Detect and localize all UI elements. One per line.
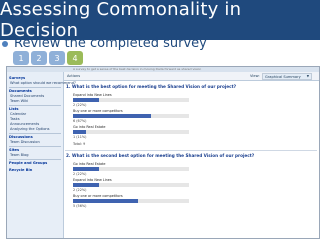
- nav-heading-lists[interactable]: Lists: [9, 107, 19, 111]
- q2-answer-1-label: Go into Real Estate: [73, 162, 106, 166]
- q1-total: Total: 9: [73, 142, 86, 146]
- nav-divider: [9, 159, 61, 160]
- question-2-title: 2. What is the second best option for me…: [66, 153, 255, 158]
- nav-item-calendar[interactable]: Calendar: [10, 112, 26, 116]
- q1-answer-2-label: Buy one or more competitors: [73, 109, 123, 113]
- step-indicator: 1 2 3 4: [13, 51, 83, 65]
- nav-divider: [9, 105, 61, 106]
- nav-item-tasks[interactable]: Tasks: [10, 117, 20, 121]
- slide-bullet: Review the completed survey: [2, 36, 207, 51]
- survey-toolbar: Actions View: Graphical Summary ▼: [64, 72, 319, 81]
- bullet-dot-icon: [2, 40, 8, 47]
- q2-answer-3-fill: [73, 199, 138, 203]
- step-3: 3: [49, 51, 65, 65]
- chevron-down-icon: ▼: [306, 74, 309, 78]
- nav-people-and-groups[interactable]: People and Groups: [9, 161, 47, 165]
- nav-recycle-bin[interactable]: Recycle Bin: [9, 168, 32, 172]
- question-divider: [65, 150, 317, 151]
- survey-screenshot: A survey to get a sense of the best deci…: [6, 66, 320, 239]
- nav-item-shared-documents[interactable]: Shared Documents: [10, 94, 44, 98]
- left-navigation: Surveys What option should we recommend?…: [7, 72, 76, 238]
- q2-answer-1-bar: [73, 167, 189, 171]
- q1-answer-2-bar: [73, 114, 189, 118]
- slide-title-text: Assessing Commonality in Decision: [0, 0, 242, 41]
- slide-bullet-text: Review the completed survey: [14, 36, 207, 51]
- q1-answer-2-fill: [73, 114, 151, 118]
- q1-answer-1-fill: [73, 98, 99, 102]
- survey-description: A survey to get a sense of the best deci…: [73, 67, 202, 71]
- nav-divider: [9, 87, 61, 88]
- q2-answer-2-count: 2 (22%): [73, 188, 87, 192]
- q2-answer-1-fill: [73, 167, 99, 171]
- q2-answer-2-fill: [73, 183, 99, 187]
- q1-answer-3-bar: [73, 130, 189, 134]
- q2-answer-2-label: Expand into New Lines: [73, 178, 112, 182]
- q1-answer-1-label: Expand into New Lines: [73, 93, 112, 97]
- nav-item-analyzing-options[interactable]: Analyzing the Options: [10, 127, 50, 131]
- q1-answer-1-count: 2 (22%): [73, 103, 87, 107]
- view-select[interactable]: Graphical Summary ▼: [262, 73, 312, 80]
- q1-answer-3-label: Go into Real Estate: [73, 125, 106, 129]
- q2-answer-3-label: Buy one or more competitors: [73, 194, 123, 198]
- slide-title: Assessing Commonality in Decision: [0, 0, 320, 41]
- nav-item-announcements[interactable]: Announcements: [10, 122, 39, 126]
- view-select-value: Graphical Summary: [265, 74, 301, 79]
- actions-menu[interactable]: Actions: [67, 73, 80, 79]
- nav-heading-sites[interactable]: Sites: [9, 148, 19, 152]
- nav-item-team-wiki[interactable]: Team Wiki: [10, 99, 28, 103]
- nav-divider: [9, 146, 61, 147]
- q2-answer-1-count: 2 (22%): [73, 172, 87, 176]
- question-1-title: 1. What is the best option for meeting t…: [66, 84, 237, 89]
- q1-answer-1-bar: [73, 98, 189, 102]
- q2-answer-2-bar: [73, 183, 189, 187]
- q1-answer-2-count: 6 (67%): [73, 119, 87, 123]
- q1-answer-3-count: 1 (11%): [73, 135, 87, 139]
- step-1: 1: [13, 51, 29, 65]
- nav-divider: [9, 133, 61, 134]
- nav-item-team-discussion[interactable]: Team Discussion: [10, 140, 40, 144]
- step-2: 2: [31, 51, 47, 65]
- step-4: 4: [67, 51, 83, 65]
- nav-item-team-blog[interactable]: Team Blog: [10, 153, 29, 157]
- q1-answer-3-fill: [73, 130, 86, 134]
- q2-answer-3-bar: [73, 199, 189, 203]
- q2-answer-3-count: 5 (56%): [73, 204, 87, 208]
- nav-heading-discussions[interactable]: Discussions: [9, 135, 33, 139]
- nav-heading-documents[interactable]: Documents: [9, 89, 32, 93]
- nav-heading-surveys[interactable]: Surveys: [9, 76, 25, 80]
- view-label: View:: [250, 74, 260, 78]
